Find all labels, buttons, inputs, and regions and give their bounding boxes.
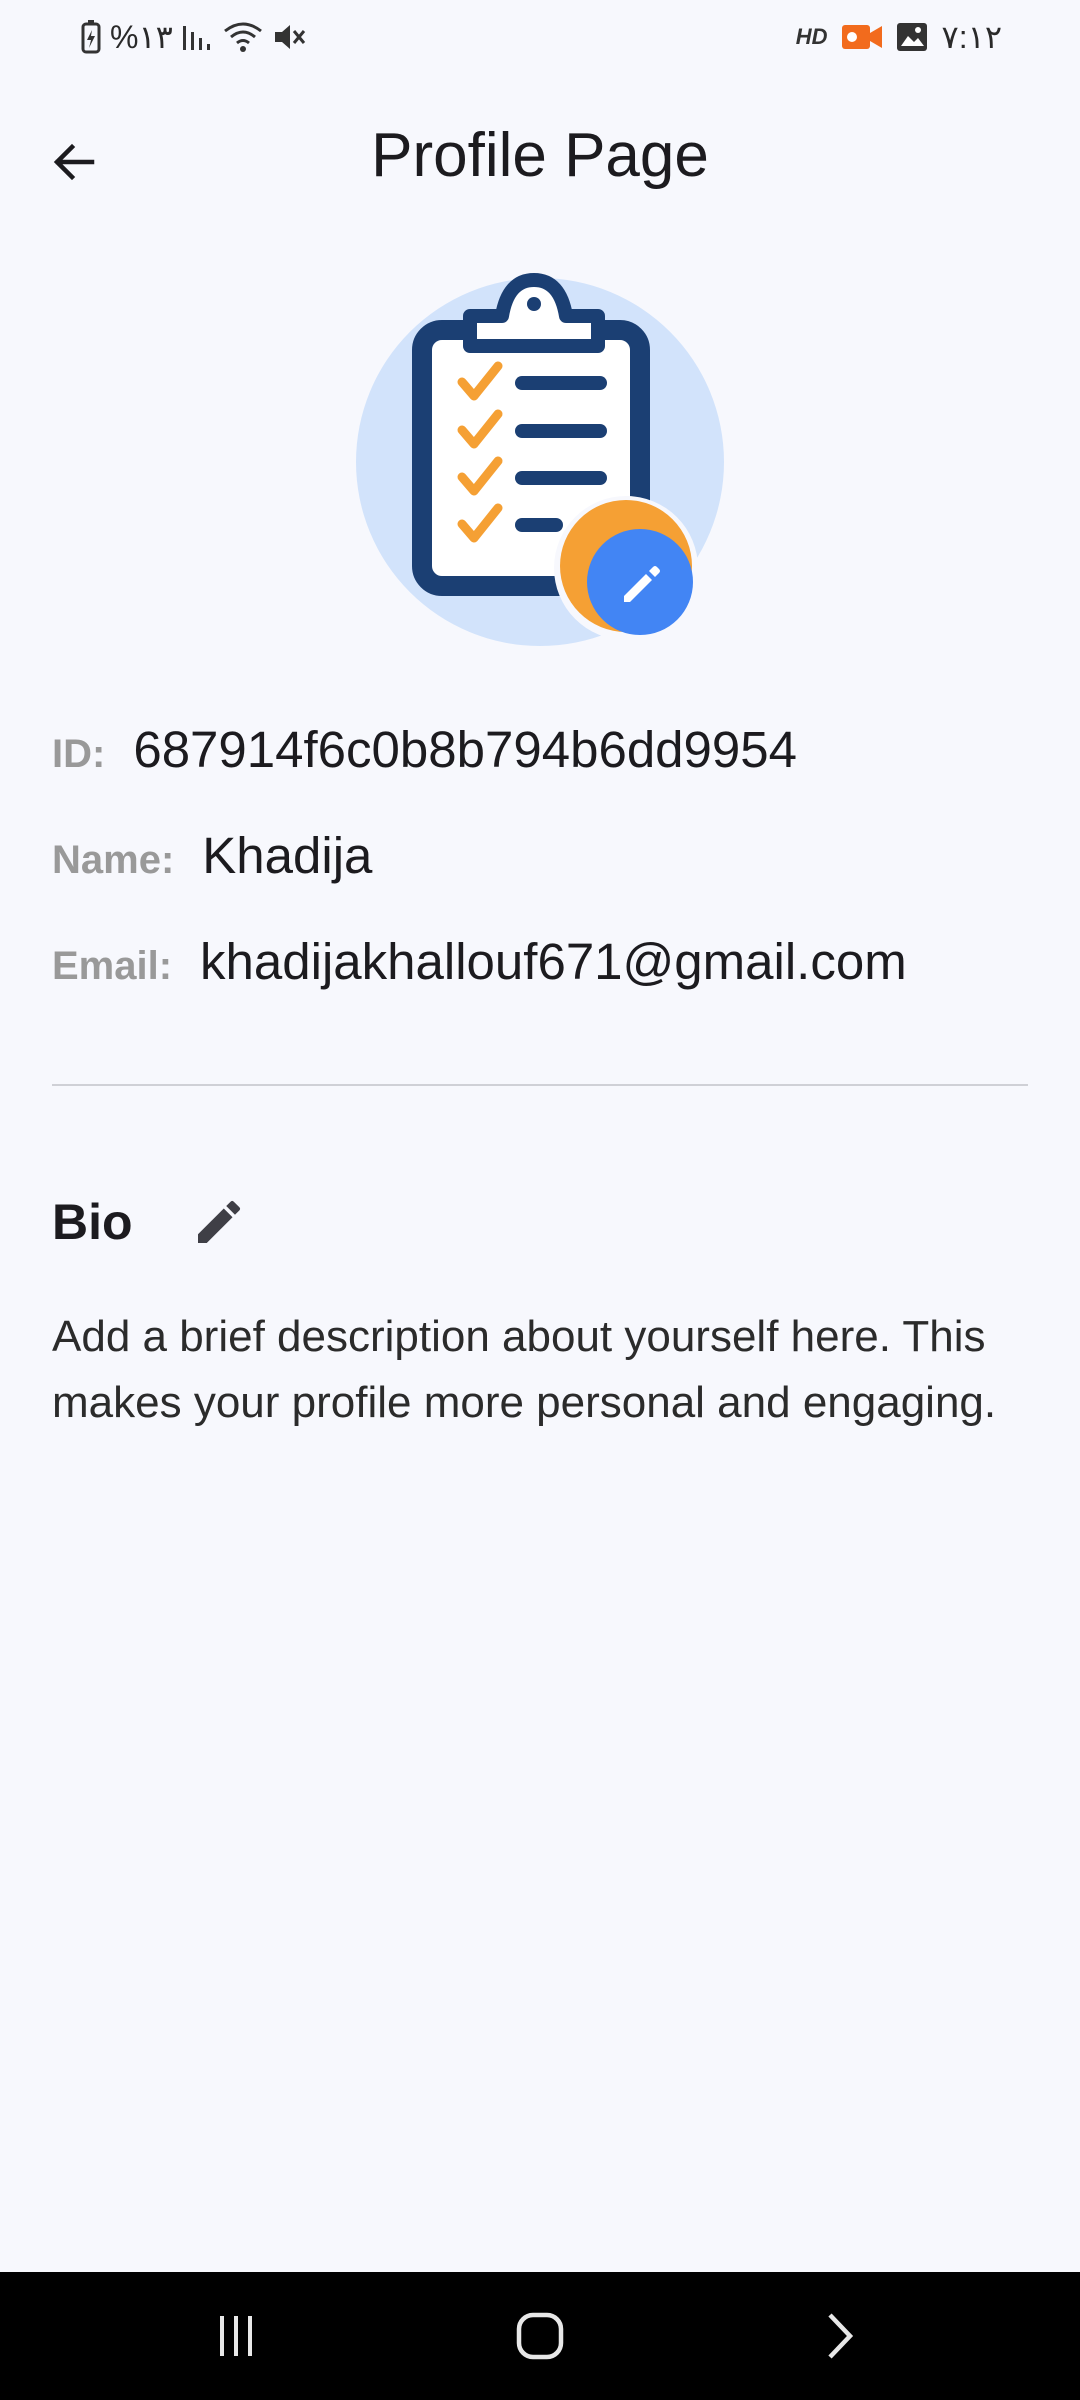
home-button[interactable]	[480, 2272, 600, 2400]
recents-icon	[220, 2316, 252, 2356]
mute-icon	[274, 25, 305, 49]
chevron-right-icon	[828, 2313, 854, 2359]
profile-avatar[interactable]	[350, 270, 730, 650]
gallery-icon	[896, 23, 927, 51]
email-value: khadijakhallouf671@gmail.com	[200, 933, 907, 990]
id-row: ID: 687914f6c0b8b794b6dd9954	[52, 720, 797, 779]
clock: ۷:۱۲	[941, 19, 1002, 55]
edit-bio-button[interactable]	[187, 1190, 251, 1254]
status-bar: %۱۳ HD ۷:۱۲	[0, 0, 1080, 78]
battery-charging-icon	[81, 20, 101, 54]
bio-title: Bio	[52, 1194, 133, 1250]
battery-percent: %۱۳	[110, 19, 173, 55]
bio-text: Add a brief description about yourself h…	[52, 1312, 997, 1427]
wifi-icon	[223, 22, 262, 52]
email-label: Email:	[52, 944, 173, 988]
nav-back-button[interactable]	[780, 2272, 900, 2400]
home-icon	[516, 2312, 564, 2360]
name-row: Name: Khadija	[52, 826, 372, 885]
recents-button[interactable]	[176, 2272, 296, 2400]
id-value: 687914f6c0b8b794b6dd9954	[133, 721, 798, 778]
status-right: HD ۷:۱۲	[796, 18, 1002, 56]
hd-badge: HD	[795, 24, 828, 49]
video-record-icon	[841, 25, 882, 49]
name-value: Khadija	[202, 827, 373, 884]
page-title: Profile Page	[371, 121, 709, 190]
app-bar: Profile Page	[0, 100, 1080, 210]
pencil-icon	[197, 1200, 240, 1243]
signal-icon	[182, 26, 210, 50]
id-label: ID:	[52, 732, 106, 776]
system-nav-bar	[0, 2272, 1080, 2400]
status-left: %۱۳	[80, 18, 307, 56]
divider	[52, 1084, 1028, 1086]
name-label: Name:	[52, 838, 175, 882]
bio-header: Bio	[52, 1190, 251, 1254]
clipboard-checklist-icon	[356, 273, 724, 646]
email-row: Email: khadijakhallouf671@gmail.com	[52, 932, 907, 991]
